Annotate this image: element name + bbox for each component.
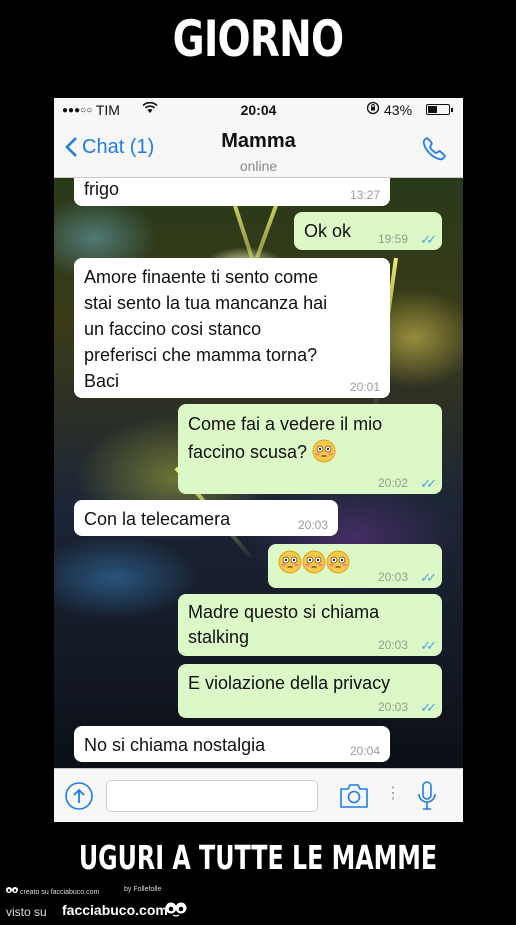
message-time: 19:59 — [377, 232, 408, 246]
message-line: un faccino cosi stanco — [84, 319, 262, 339]
message-time: 20:04 — [349, 744, 380, 758]
flushed-face-emoji-icon — [326, 550, 350, 574]
phone-call-icon[interactable] — [419, 134, 449, 164]
message-bubble-incoming[interactable]: Amore finaente ti sento come stai sento … — [74, 258, 390, 398]
message-line: Come fai a vedere il mio — [188, 414, 383, 434]
message-line: Amore finaente ti sento come — [84, 267, 319, 287]
battery-percent: 43% — [384, 102, 413, 118]
facciabuco-logo-icon — [6, 886, 18, 894]
message-time: 20:02 — [377, 476, 408, 490]
chat-background: frigo 13:27 Ok ok 19:59 ✓✓ Amore finaent… — [54, 178, 463, 768]
credit-text: creato su facciabuco.com — [19, 889, 100, 896]
separator-dots: ⋮ — [385, 785, 401, 802]
orientation-lock-icon — [366, 101, 380, 118]
message-bubble-outgoing[interactable]: Ok ok 19:59 ✓✓ — [294, 212, 442, 250]
message-line: stai sento la tua mancanza hai — [84, 293, 328, 313]
message-text: Con la telecamera — [84, 509, 231, 529]
watermark-credit: creato su facciabuco.com by Follefolle — [6, 886, 161, 896]
status-bar: ●●●○○ TIM 20:04 43% — [54, 98, 463, 122]
chat-header: Chat (1) Mamma online — [54, 122, 463, 178]
meme-bottom-caption: UGURI A TUTTE LE MAMME — [78, 838, 438, 877]
read-receipt-icon: ✓✓ — [420, 638, 437, 653]
contact-info[interactable]: Mamma online — [54, 130, 463, 174]
message-composer: ⋮ — [54, 768, 463, 822]
message-time: 20:03 — [377, 570, 408, 584]
camera-icon[interactable] — [338, 782, 370, 810]
message-time: 20:03 — [377, 700, 408, 714]
meme-top-caption: GIORNO — [172, 10, 345, 68]
read-receipt-icon: ✓✓ — [420, 700, 437, 715]
message-time: 20:03 — [297, 518, 328, 532]
read-receipt-icon: ✓✓ — [420, 476, 437, 491]
message-text: frigo — [84, 179, 120, 199]
message-line: Baci — [84, 371, 120, 391]
message-text: No si chiama nostalgia — [84, 735, 266, 755]
flushed-face-emoji-icon — [312, 439, 336, 463]
author-text: by Follefolle — [124, 886, 162, 893]
message-time: 20:01 — [349, 380, 380, 394]
message-bubble-outgoing[interactable]: 20:03 ✓✓ — [268, 544, 442, 588]
upload-icon[interactable] — [64, 781, 94, 811]
message-text: E violazione della privacy — [188, 673, 391, 693]
message-input[interactable] — [106, 780, 318, 812]
message-bubble-outgoing[interactable]: E violazione della privacy 20:03 ✓✓ — [178, 664, 442, 718]
message-time: 13:27 — [349, 188, 380, 202]
message-bubble-outgoing[interactable]: Come fai a vedere il mio faccino scusa? … — [178, 404, 442, 494]
message-bubble-outgoing[interactable]: Madre questo si chiama stalking 20:03 ✓✓ — [178, 594, 442, 656]
message-line: faccino scusa? — [188, 442, 308, 462]
message-bubble-incoming[interactable]: frigo 13:27 — [74, 178, 390, 206]
read-receipt-icon: ✓✓ — [420, 570, 437, 585]
visto-su-text: visto su — [6, 905, 47, 919]
facciabuco-logo-icon — [165, 901, 187, 917]
read-receipt-icon: ✓✓ — [420, 232, 437, 247]
message-text: Ok ok — [304, 221, 352, 241]
site-link[interactable]: facciabuco.com — [62, 902, 168, 918]
message-line: Madre questo si chiama — [188, 602, 380, 622]
message-line: preferisci che mamma torna? — [84, 345, 318, 365]
message-time: 20:03 — [377, 638, 408, 652]
message-bubble-incoming[interactable]: No si chiama nostalgia 20:04 — [74, 726, 390, 762]
message-bubble-incoming[interactable]: Con la telecamera 20:03 — [74, 500, 338, 536]
flushed-face-emoji-icon — [302, 550, 326, 574]
battery-icon — [426, 104, 453, 115]
flushed-face-emoji-icon — [278, 550, 302, 574]
contact-status: online — [239, 158, 278, 174]
microphone-icon[interactable] — [416, 780, 438, 812]
contact-name: Mamma — [221, 130, 296, 152]
phone-screenshot: ●●●○○ TIM 20:04 43% Chat (1) Mamma onlin… — [54, 98, 463, 822]
